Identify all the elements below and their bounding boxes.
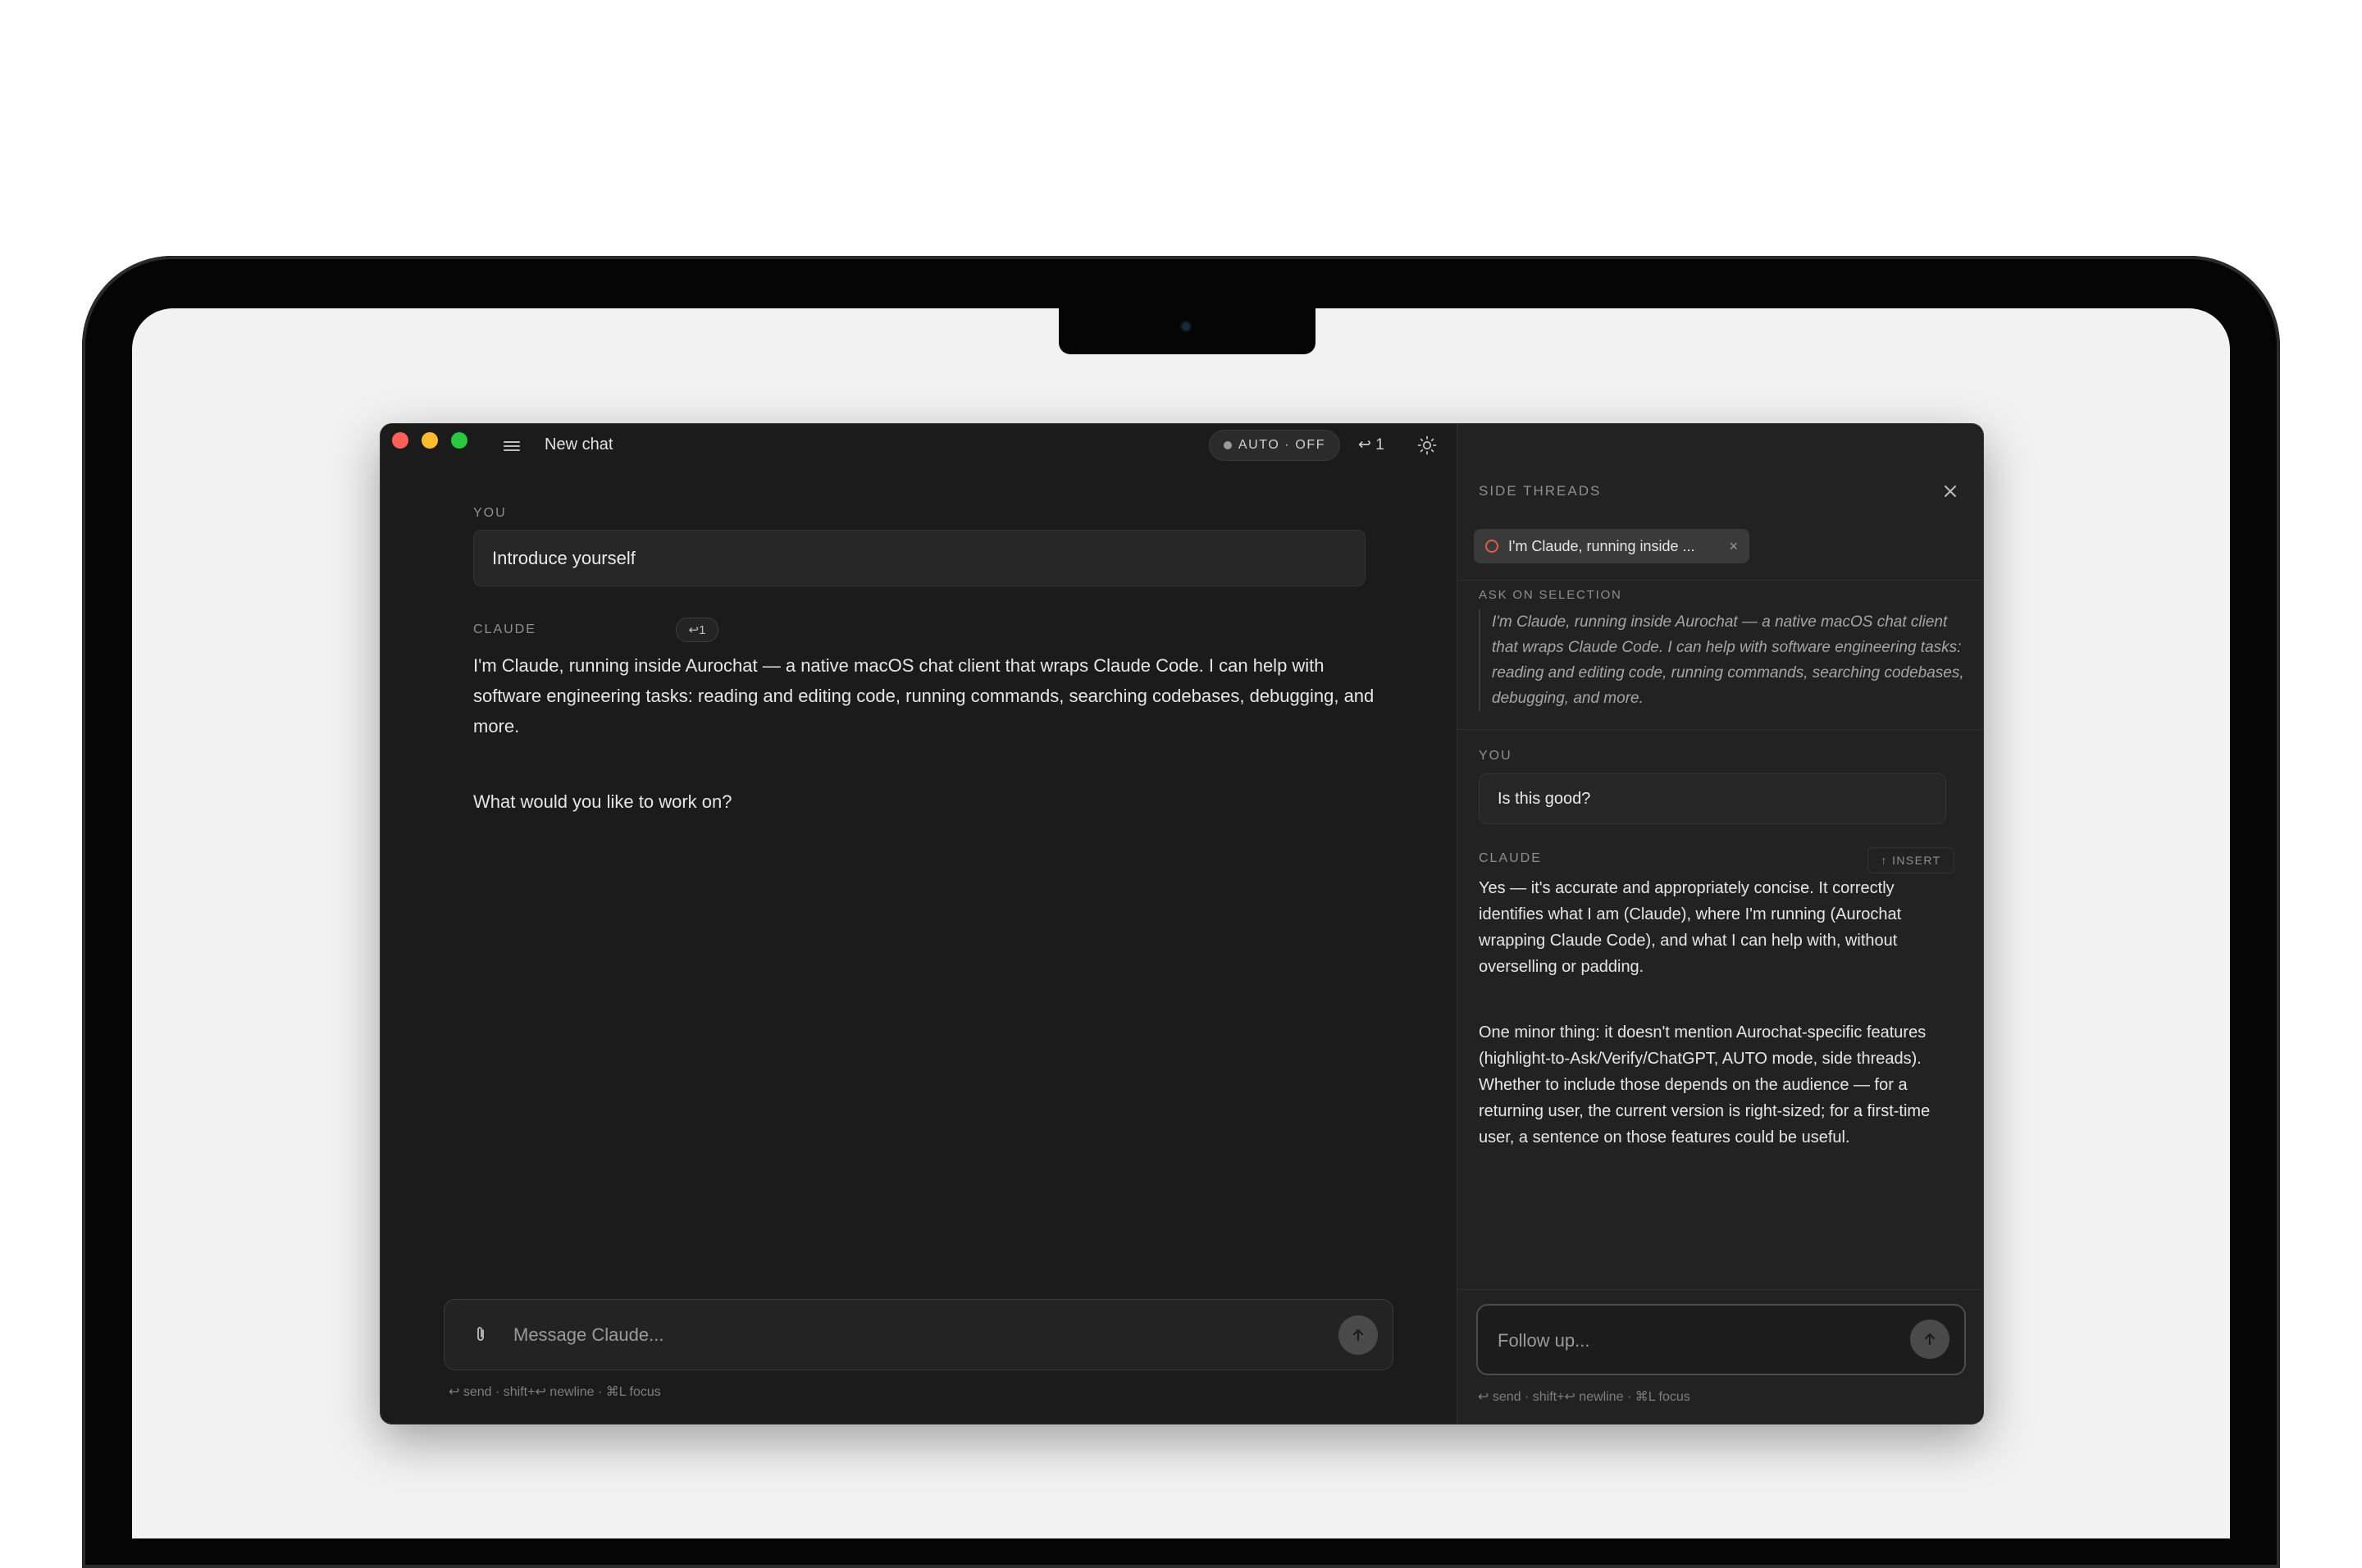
laptop-screen: New chat AUTO · OFF ↩ 1 YOU Introduce yo…	[132, 308, 2230, 1538]
zoom-window-button[interactable]	[451, 432, 467, 449]
hamburger-menu-icon[interactable]	[504, 439, 520, 452]
claude-label: CLAUDE	[1479, 851, 1542, 865]
claude-paragraph: One minor thing: it doesn't mention Auro…	[1479, 1023, 1931, 1146]
divider	[1457, 729, 1983, 730]
auto-mode-toggle[interactable]: AUTO · OFF	[1209, 430, 1340, 461]
side-claude-message: Yes — it's accurate and appropriately co…	[1479, 875, 1963, 1190]
you-label: YOU	[1479, 749, 1512, 763]
close-icon[interactable]	[1940, 481, 1961, 502]
main-pane: New chat AUTO · OFF ↩ 1 YOU Introduce yo…	[381, 424, 1457, 1424]
user-message: Introduce yourself	[473, 530, 1366, 586]
titlebar: New chat AUTO · OFF ↩ 1	[381, 424, 1457, 470]
send-button[interactable]	[1338, 1315, 1378, 1355]
claude-label: CLAUDE	[473, 622, 536, 636]
side-thread-tab[interactable]: I'm Claude, running inside ... ×	[1474, 529, 1749, 563]
message-input[interactable]	[512, 1316, 1302, 1354]
divider	[1457, 1289, 1983, 1290]
selection-quote: I'm Claude, running inside Aurochat — a …	[1479, 609, 1968, 711]
followup-input[interactable]	[1496, 1322, 1893, 1360]
claude-paragraph: What would you like to work on?	[473, 791, 732, 812]
claude-message: I'm Claude, running inside Aurochat — a …	[473, 650, 1375, 862]
camera-icon	[1182, 322, 1190, 330]
thread-icon	[1485, 540, 1498, 553]
claude-paragraph: I'm Claude, running inside Aurochat — a …	[473, 655, 1375, 736]
status-dot-icon	[1223, 441, 1232, 449]
arrow-up-icon	[1352, 1329, 1364, 1342]
turn-count-button[interactable]: ↩ 1	[1358, 435, 1384, 454]
claude-paragraph: Yes — it's accurate and appropriately co…	[1479, 879, 1902, 976]
paperclip-icon[interactable]	[474, 1325, 487, 1343]
followup-send-button[interactable]	[1910, 1320, 1949, 1359]
close-thread-icon[interactable]: ×	[1729, 538, 1738, 555]
composer-hint: ↩ send · shift+↩ newline · ⌘L focus	[449, 1385, 661, 1399]
app-window: New chat AUTO · OFF ↩ 1 YOU Introduce yo…	[381, 424, 1983, 1424]
chat-title: New chat	[545, 435, 613, 454]
arrow-up-icon	[1924, 1333, 1936, 1346]
followup-composer	[1476, 1304, 1966, 1375]
you-label: YOU	[473, 506, 507, 520]
insert-button[interactable]: ↑ INSERT	[1867, 847, 1954, 873]
auto-mode-label: AUTO · OFF	[1238, 438, 1326, 452]
turn-badge[interactable]: ↩1	[676, 618, 718, 642]
side-threads-panel: SIDE THREADS I'm Claude, running inside …	[1457, 424, 1983, 1424]
side-thread-tab-label: I'm Claude, running inside ...	[1508, 537, 1695, 554]
sun-icon[interactable]	[1417, 435, 1437, 455]
side-user-message: Is this good?	[1479, 773, 1946, 824]
camera-notch	[1059, 308, 1316, 354]
divider	[1457, 580, 1983, 581]
followup-hint: ↩ send · shift+↩ newline · ⌘L focus	[1478, 1390, 1690, 1404]
message-composer	[444, 1299, 1393, 1370]
side-threads-title: SIDE THREADS	[1479, 483, 1602, 499]
minimize-window-button[interactable]	[422, 432, 438, 449]
close-window-button[interactable]	[392, 432, 408, 449]
ask-on-selection-label: ASK ON SELECTION	[1479, 588, 1622, 602]
